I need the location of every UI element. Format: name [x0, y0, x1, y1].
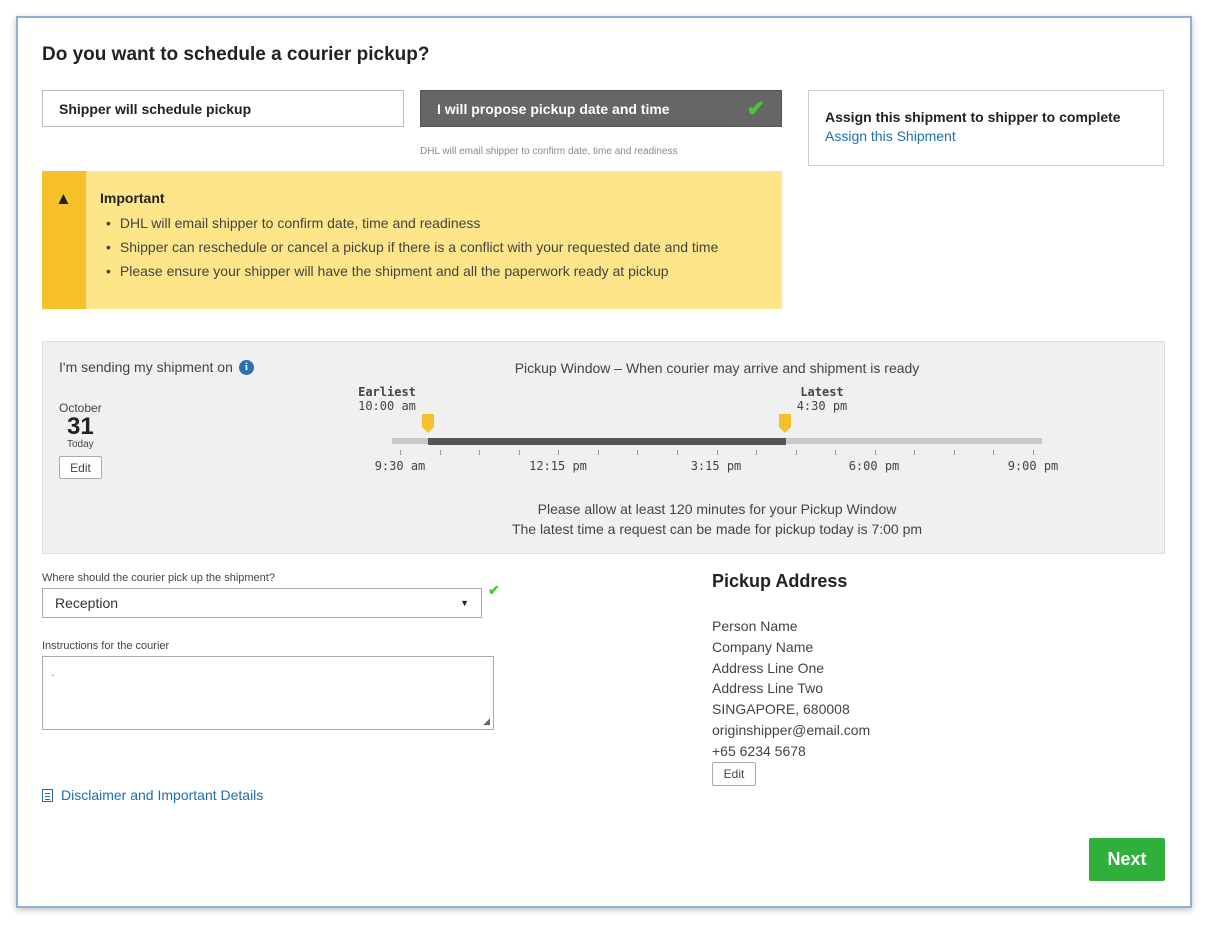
- timeline-tick: [716, 450, 718, 455]
- disclaimer-text: Disclaimer and Important Details: [61, 787, 264, 803]
- important-notice: ▲ Important DHL will email shipper to co…: [42, 171, 782, 309]
- earliest-label: Earliest: [358, 385, 416, 399]
- pickup-location-value: Reception: [55, 595, 119, 611]
- timeline-label: 3:15 pm: [690, 459, 742, 473]
- pickup-address-title: Pickup Address: [712, 571, 848, 591]
- instructions-label: Instructions for the courier: [42, 640, 170, 652]
- timeline-tick: [795, 450, 797, 455]
- address-company: Company Name: [712, 638, 814, 655]
- resize-handle-icon[interactable]: ◢: [483, 716, 490, 727]
- sending-date-label: I'm sending my shipment on i: [59, 359, 254, 375]
- instructions-textarea[interactable]: . ◢: [42, 656, 494, 730]
- document-icon: [42, 788, 53, 802]
- allow-note: Please allow at least 120 minutes for yo…: [537, 501, 897, 517]
- timeline-tick: [597, 450, 599, 455]
- timeline-tick: [756, 450, 758, 455]
- timeline-tick: [637, 450, 639, 455]
- assign-panel: Assign this shipment to shipper to compl…: [808, 90, 1164, 166]
- timeline-tick: [439, 450, 441, 455]
- pickup-window-title: Pickup Window – When courier may arrive …: [514, 360, 920, 376]
- edit-address-button[interactable]: Edit: [712, 762, 756, 786]
- info-icon[interactable]: i: [238, 359, 254, 375]
- date-day: 31: [67, 413, 94, 440]
- address-phone: +65 6234 5678: [712, 742, 806, 759]
- page-title: Do you want to schedule a courier pickup…: [42, 44, 430, 65]
- shipper-schedule-label: Shipper will schedule pickup: [59, 100, 252, 117]
- pickup-location-select[interactable]: Reception ▼: [42, 588, 482, 618]
- pickup-window-notes: Please allow at least 120 minutes for yo…: [432, 499, 1002, 539]
- disclaimer-link[interactable]: Disclaimer and Important Details: [42, 787, 263, 803]
- latest-request-note: The latest time a request can be made fo…: [511, 521, 923, 537]
- latest-label: Latest: [800, 385, 844, 399]
- next-button[interactable]: Next: [1089, 838, 1165, 881]
- propose-note: DHL will email shipper to confirm date, …: [420, 146, 678, 157]
- earliest-handle[interactable]: [422, 414, 434, 433]
- assign-title: Assign this shipment to shipper to compl…: [825, 109, 1121, 125]
- timeline-label: 12:15 pm: [529, 459, 587, 473]
- timeline-tick: [953, 450, 955, 455]
- propose-pickup-label: I will propose pickup date and time: [437, 100, 670, 117]
- earliest-marker-label: Earliest 10:00 am: [352, 385, 422, 413]
- timeline-label: 6:00 pm: [848, 459, 900, 473]
- address-city: SINGAPORE, 680008: [712, 701, 850, 718]
- address-line-one: Address Line One: [712, 659, 825, 676]
- timeline-tick: [874, 450, 876, 455]
- timeline-tick: [993, 450, 995, 455]
- check-icon: ✔: [746, 95, 765, 121]
- timeline-tick: [558, 450, 560, 455]
- earliest-time: 10:00 am: [358, 399, 416, 413]
- important-item: DHL will email shipper to confirm date, …: [106, 215, 718, 231]
- pickup-address-block: Person Name Company Name Address Line On…: [712, 616, 870, 762]
- edit-date-button[interactable]: Edit: [59, 456, 102, 479]
- latest-time: 4:30 pm: [796, 399, 848, 413]
- important-list: DHL will email shipper to confirm date, …: [106, 215, 718, 287]
- timeline-tick: [1033, 450, 1034, 455]
- valid-check-icon: ✔: [488, 582, 500, 598]
- latest-marker-label: Latest 4:30 pm: [782, 385, 862, 413]
- warning-icon: ▲: [55, 189, 72, 208]
- dropdown-caret-icon: ▼: [460, 598, 469, 608]
- date-today: Today: [67, 439, 94, 450]
- important-item: Please ensure your shipper will have the…: [106, 263, 718, 279]
- assign-shipment-link[interactable]: Assign this Shipment: [825, 128, 956, 144]
- sending-text: I'm sending my shipment on: [59, 359, 233, 375]
- timeline-tick: [518, 450, 520, 455]
- timeline-label: 9:00 pm: [1007, 459, 1059, 473]
- shipper-schedule-option[interactable]: Shipper will schedule pickup: [42, 90, 404, 127]
- timeline-tick: [400, 450, 401, 455]
- pickup-location-label: Where should the courier pick up the shi…: [42, 572, 275, 584]
- important-title: Important: [100, 190, 165, 206]
- timeline-selected-range: [428, 438, 786, 445]
- timeline-tick: [835, 450, 837, 455]
- timeline-tick: [479, 450, 481, 455]
- instructions-value: .: [51, 665, 55, 679]
- timeline-label: 9:30 am: [374, 459, 426, 473]
- address-line-two: Address Line Two: [712, 680, 824, 697]
- latest-handle[interactable]: [779, 414, 791, 433]
- propose-pickup-option[interactable]: I will propose pickup date and time ✔: [420, 90, 782, 127]
- address-email: originshipper@email.com: [712, 721, 871, 738]
- important-item: Shipper can reschedule or cancel a picku…: [106, 239, 718, 255]
- timeline-tick: [676, 450, 678, 455]
- timeline-tick: [914, 450, 916, 455]
- address-person: Person Name: [712, 618, 798, 634]
